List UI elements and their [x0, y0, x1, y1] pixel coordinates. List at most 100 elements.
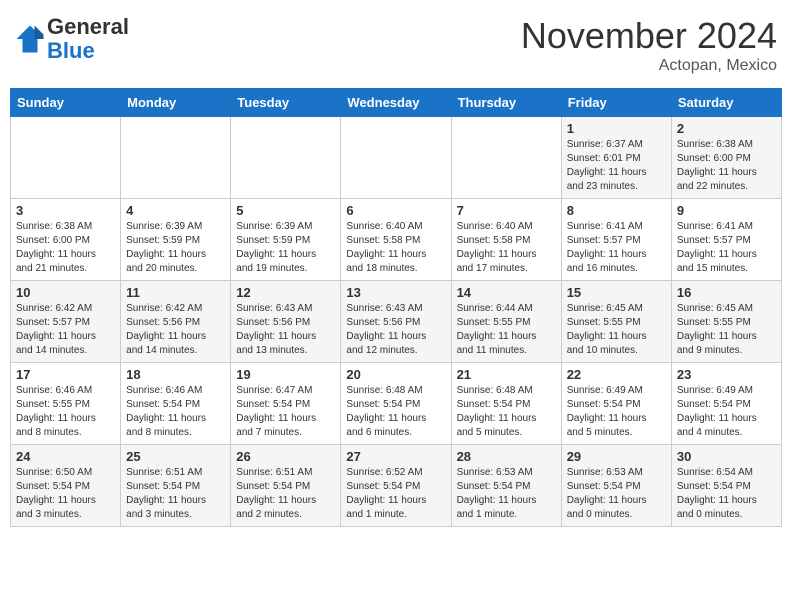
day-number: 22 — [567, 367, 666, 382]
calendar-cell: 1 Sunrise: 6:37 AM Sunset: 6:01 PM Daylig… — [561, 117, 671, 199]
calendar-cell: 30 Sunrise: 6:54 AM Sunset: 5:54 PM Dayli… — [671, 445, 781, 527]
day-info: Sunrise: 6:43 AM Sunset: 5:56 PM Dayligh… — [236, 302, 335, 358]
logo: General Blue — [15, 15, 129, 63]
day-number: 7 — [457, 203, 556, 218]
day-info: Sunrise: 6:54 AM Sunset: 5:54 PM Dayligh… — [677, 466, 776, 522]
subtitle: Actopan, Mexico — [521, 57, 777, 75]
calendar-cell: 25 Sunrise: 6:51 AM Sunset: 5:54 PM Dayli… — [121, 445, 231, 527]
logo-general-text: General — [47, 14, 129, 39]
calendar-cell: 8 Sunrise: 6:41 AM Sunset: 5:57 PM Daylig… — [561, 199, 671, 281]
day-number: 2 — [677, 121, 776, 136]
month-title: November 2024 — [521, 15, 777, 57]
header: General Blue November 2024 Actopan, Mexi… — [10, 10, 782, 80]
day-info: Sunrise: 6:42 AM Sunset: 5:56 PM Dayligh… — [126, 302, 225, 358]
day-info: Sunrise: 6:42 AM Sunset: 5:57 PM Dayligh… — [16, 302, 115, 358]
day-info: Sunrise: 6:53 AM Sunset: 5:54 PM Dayligh… — [567, 466, 666, 522]
calendar-body: 1 Sunrise: 6:37 AM Sunset: 6:01 PM Daylig… — [11, 117, 782, 527]
calendar-week-3: 10Sunrise: 6:42 AM Sunset: 5:57 PM Dayli… — [11, 281, 782, 363]
day-number: 18 — [126, 367, 225, 382]
day-number: 28 — [457, 449, 556, 464]
calendar-header-row: SundayMondayTuesdayWednesdayThursdayFrid… — [11, 89, 782, 117]
calendar-cell: 27Sunrise: 6:52 AM Sunset: 5:54 PM Dayli… — [341, 445, 451, 527]
day-number: 21 — [457, 367, 556, 382]
calendar-week-5: 24 Sunrise: 6:50 AM Sunset: 5:54 PM Dayli… — [11, 445, 782, 527]
day-info: Sunrise: 6:41 AM Sunset: 5:57 PM Dayligh… — [677, 220, 776, 276]
day-number: 13 — [346, 285, 445, 300]
calendar-cell: 10Sunrise: 6:42 AM Sunset: 5:57 PM Dayli… — [11, 281, 121, 363]
day-number: 8 — [567, 203, 666, 218]
day-number: 26 — [236, 449, 335, 464]
day-number: 24 — [16, 449, 115, 464]
day-info: Sunrise: 6:45 AM Sunset: 5:55 PM Dayligh… — [567, 302, 666, 358]
day-number: 14 — [457, 285, 556, 300]
day-info: Sunrise: 6:46 AM Sunset: 5:55 PM Dayligh… — [16, 384, 115, 440]
day-info: Sunrise: 6:49 AM Sunset: 5:54 PM Dayligh… — [677, 384, 776, 440]
calendar-cell: 23 Sunrise: 6:49 AM Sunset: 5:54 PM Dayli… — [671, 363, 781, 445]
calendar-cell: 13 Sunrise: 6:43 AM Sunset: 5:56 PM Dayli… — [341, 281, 451, 363]
day-number: 16 — [677, 285, 776, 300]
calendar-cell: 5 Sunrise: 6:39 AM Sunset: 5:59 PM Daylig… — [231, 199, 341, 281]
calendar-cell: 4 Sunrise: 6:39 AM Sunset: 5:59 PM Daylig… — [121, 199, 231, 281]
day-info: Sunrise: 6:53 AM Sunset: 5:54 PM Dayligh… — [457, 466, 556, 522]
day-info: Sunrise: 6:45 AM Sunset: 5:55 PM Dayligh… — [677, 302, 776, 358]
calendar-cell: 28 Sunrise: 6:53 AM Sunset: 5:54 PM Dayli… — [451, 445, 561, 527]
day-number: 4 — [126, 203, 225, 218]
calendar-cell: 9 Sunrise: 6:41 AM Sunset: 5:57 PM Daylig… — [671, 199, 781, 281]
day-header-friday: Friday — [561, 89, 671, 117]
day-number: 17 — [16, 367, 115, 382]
calendar-cell: 22 Sunrise: 6:49 AM Sunset: 5:54 PM Dayli… — [561, 363, 671, 445]
calendar-cell: 24 Sunrise: 6:50 AM Sunset: 5:54 PM Dayli… — [11, 445, 121, 527]
day-info: Sunrise: 6:43 AM Sunset: 5:56 PM Dayligh… — [346, 302, 445, 358]
day-info: Sunrise: 6:39 AM Sunset: 5:59 PM Dayligh… — [236, 220, 335, 276]
day-info: Sunrise: 6:51 AM Sunset: 5:54 PM Dayligh… — [126, 466, 225, 522]
day-number: 20 — [346, 367, 445, 382]
day-info: Sunrise: 6:50 AM Sunset: 5:54 PM Dayligh… — [16, 466, 115, 522]
day-number: 3 — [16, 203, 115, 218]
day-number: 9 — [677, 203, 776, 218]
day-info: Sunrise: 6:41 AM Sunset: 5:57 PM Dayligh… — [567, 220, 666, 276]
day-info: Sunrise: 6:47 AM Sunset: 5:54 PM Dayligh… — [236, 384, 335, 440]
day-number: 11 — [126, 285, 225, 300]
calendar-cell: 6Sunrise: 6:40 AM Sunset: 5:58 PM Daylig… — [341, 199, 451, 281]
day-header-wednesday: Wednesday — [341, 89, 451, 117]
calendar-cell: 11 Sunrise: 6:42 AM Sunset: 5:56 PM Dayli… — [121, 281, 231, 363]
calendar-cell: 29Sunrise: 6:53 AM Sunset: 5:54 PM Dayli… — [561, 445, 671, 527]
day-info: Sunrise: 6:48 AM Sunset: 5:54 PM Dayligh… — [457, 384, 556, 440]
day-number: 15 — [567, 285, 666, 300]
calendar-cell: 15 Sunrise: 6:45 AM Sunset: 5:55 PM Dayli… — [561, 281, 671, 363]
day-info: Sunrise: 6:40 AM Sunset: 5:58 PM Dayligh… — [457, 220, 556, 276]
day-number: 12 — [236, 285, 335, 300]
calendar-week-2: 3Sunrise: 6:38 AM Sunset: 6:00 PM Daylig… — [11, 199, 782, 281]
calendar-cell: 12 Sunrise: 6:43 AM Sunset: 5:56 PM Dayli… — [231, 281, 341, 363]
calendar-cell — [341, 117, 451, 199]
day-number: 1 — [567, 121, 666, 136]
day-info: Sunrise: 6:46 AM Sunset: 5:54 PM Dayligh… — [126, 384, 225, 440]
day-number: 23 — [677, 367, 776, 382]
calendar-cell: 16 Sunrise: 6:45 AM Sunset: 5:55 PM Dayli… — [671, 281, 781, 363]
logo-icon — [15, 24, 45, 54]
day-info: Sunrise: 6:37 AM Sunset: 6:01 PM Dayligh… — [567, 138, 666, 194]
logo-blue-text: Blue — [47, 38, 95, 63]
day-header-tuesday: Tuesday — [231, 89, 341, 117]
day-info: Sunrise: 6:52 AM Sunset: 5:54 PM Dayligh… — [346, 466, 445, 522]
calendar-cell — [451, 117, 561, 199]
day-info: Sunrise: 6:48 AM Sunset: 5:54 PM Dayligh… — [346, 384, 445, 440]
calendar-table: SundayMondayTuesdayWednesdayThursdayFrid… — [10, 88, 782, 527]
day-info: Sunrise: 6:38 AM Sunset: 6:00 PM Dayligh… — [677, 138, 776, 194]
day-number: 5 — [236, 203, 335, 218]
calendar-cell: 14Sunrise: 6:44 AM Sunset: 5:55 PM Dayli… — [451, 281, 561, 363]
day-number: 25 — [126, 449, 225, 464]
calendar-cell: 2 Sunrise: 6:38 AM Sunset: 6:00 PM Daylig… — [671, 117, 781, 199]
day-number: 30 — [677, 449, 776, 464]
calendar-cell: 7 Sunrise: 6:40 AM Sunset: 5:58 PM Daylig… — [451, 199, 561, 281]
day-header-saturday: Saturday — [671, 89, 781, 117]
day-info: Sunrise: 6:39 AM Sunset: 5:59 PM Dayligh… — [126, 220, 225, 276]
day-info: Sunrise: 6:49 AM Sunset: 5:54 PM Dayligh… — [567, 384, 666, 440]
day-info: Sunrise: 6:40 AM Sunset: 5:58 PM Dayligh… — [346, 220, 445, 276]
calendar-cell: 17 Sunrise: 6:46 AM Sunset: 5:55 PM Dayli… — [11, 363, 121, 445]
calendar-week-1: 1 Sunrise: 6:37 AM Sunset: 6:01 PM Daylig… — [11, 117, 782, 199]
calendar-cell — [121, 117, 231, 199]
day-header-thursday: Thursday — [451, 89, 561, 117]
calendar-cell: 18 Sunrise: 6:46 AM Sunset: 5:54 PM Dayli… — [121, 363, 231, 445]
day-header-monday: Monday — [121, 89, 231, 117]
